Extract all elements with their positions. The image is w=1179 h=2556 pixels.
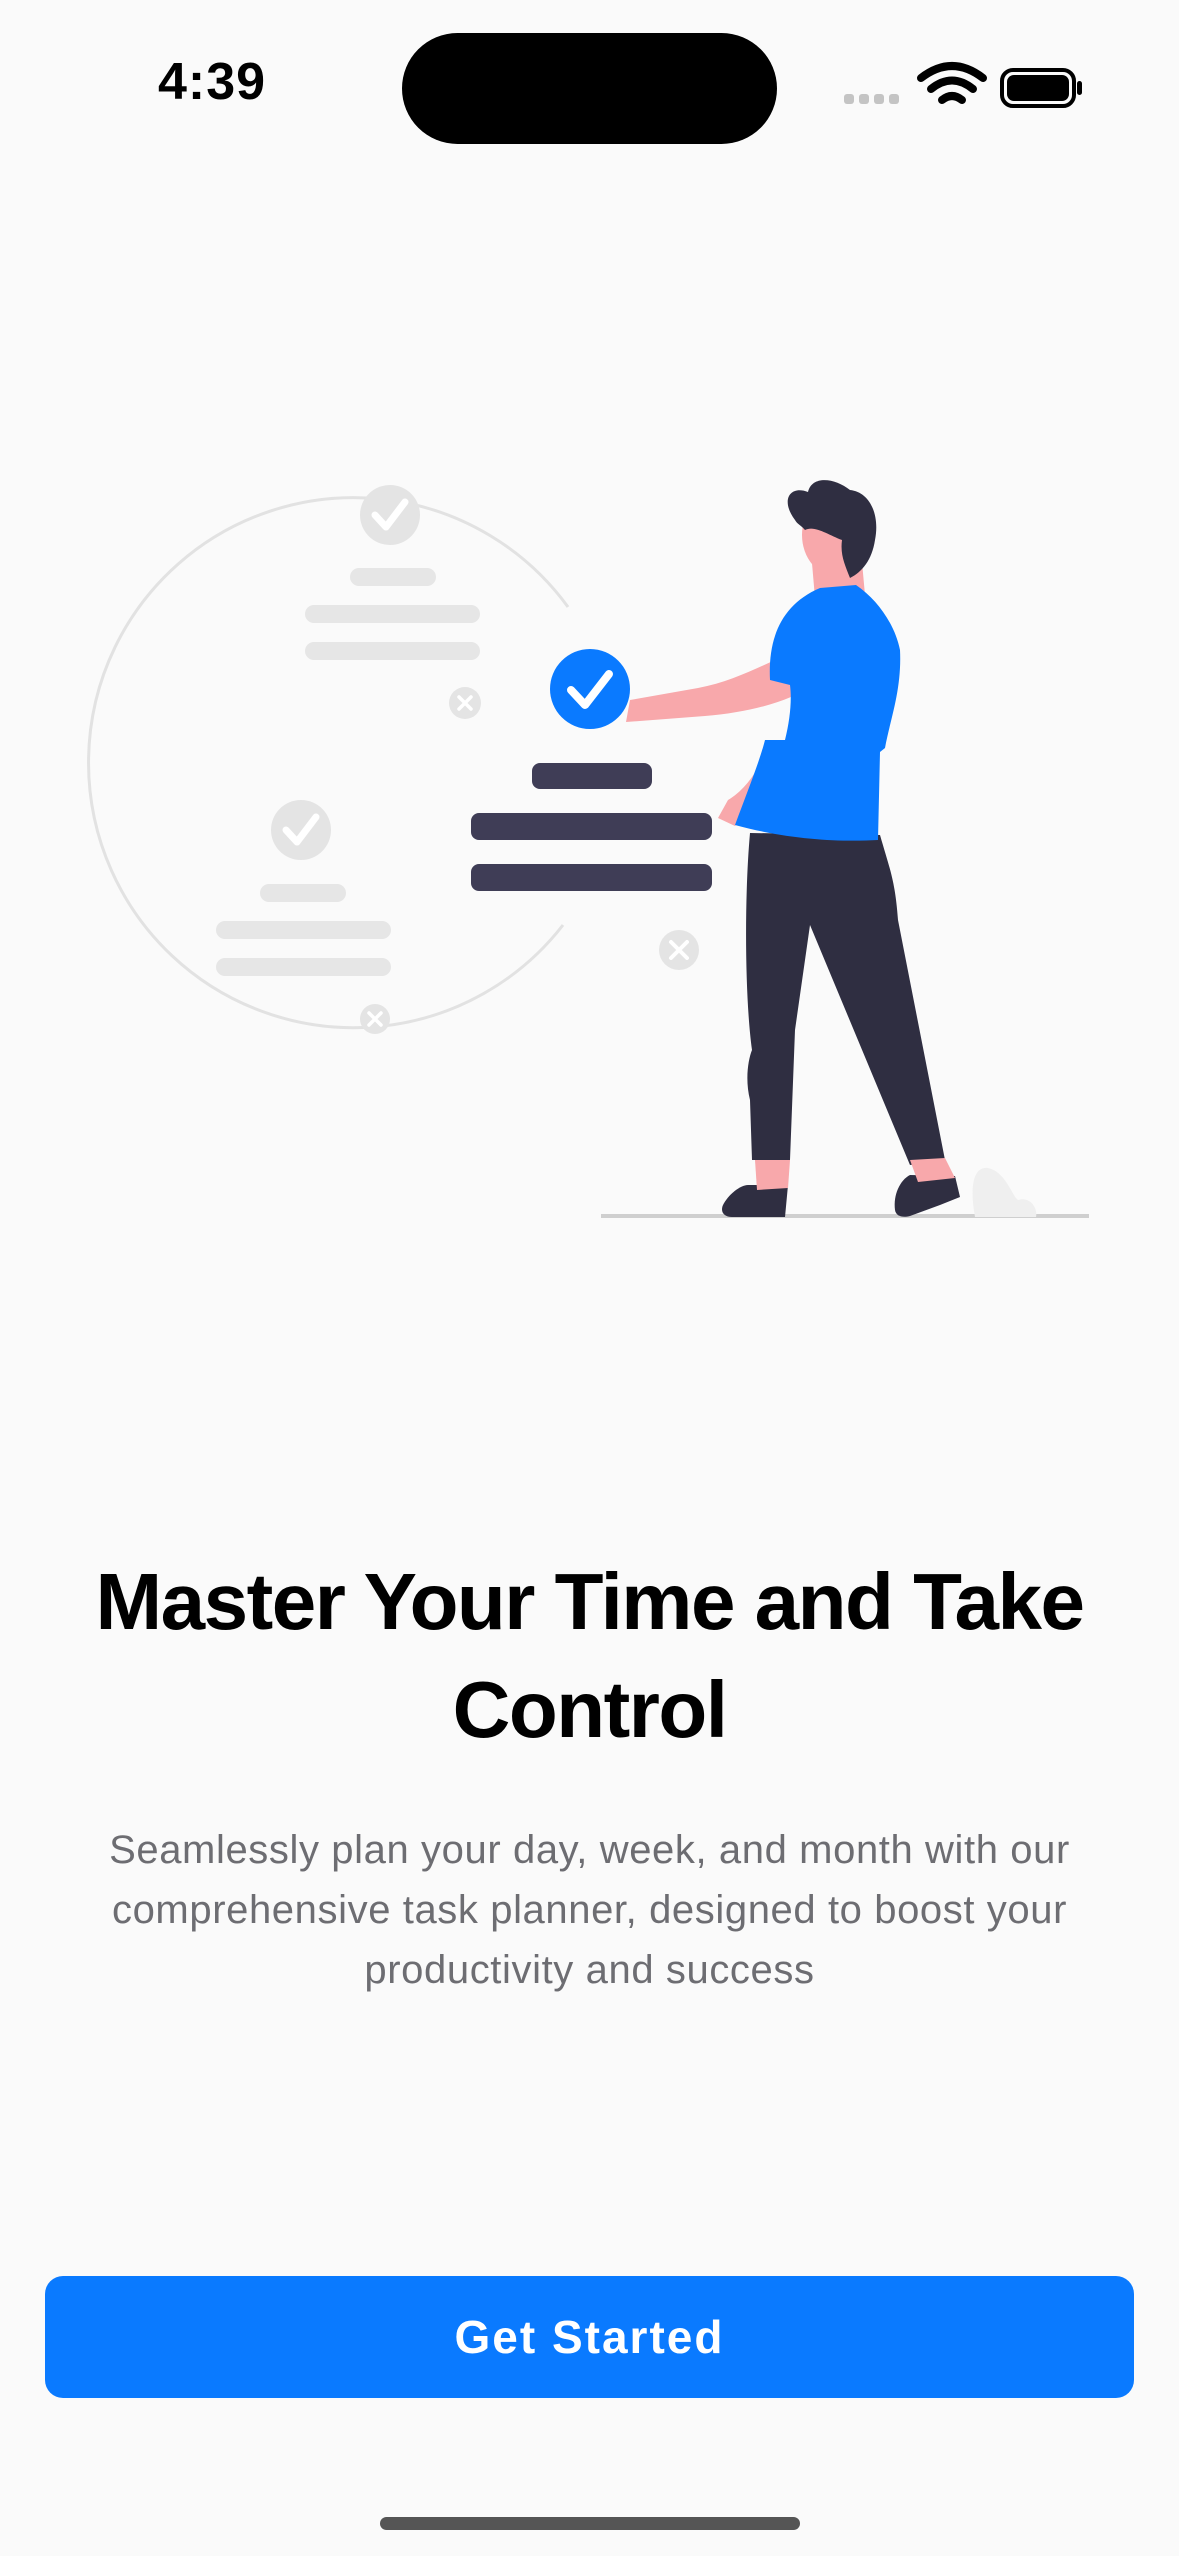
hero-illustration [87, 480, 1089, 1218]
active-task [471, 763, 712, 891]
person-figure [601, 480, 1089, 1218]
close-icon [449, 687, 481, 719]
status-icons [844, 62, 1082, 108]
onboarding-description: Seamlessly plan your day, week, and mont… [109, 1828, 1070, 1992]
faded-task-bottom [216, 800, 391, 976]
get-started-button[interactable]: Get Started [45, 2276, 1134, 2398]
faded-task-top [305, 485, 480, 660]
onboarding-headline: Master Your Time and Take Control [95, 1557, 1085, 1754]
check-circle-icon [550, 649, 630, 729]
home-indicator[interactable] [380, 2517, 800, 2530]
orbit-circle [87, 496, 570, 1030]
dynamic-island [402, 33, 777, 144]
wifi-icon [917, 62, 987, 104]
battery-icon [1000, 68, 1082, 108]
close-icon [360, 1004, 390, 1034]
status-bar: 4:39 [0, 0, 1179, 170]
status-time: 4:39 [158, 53, 267, 111]
cellular-signal-icon [844, 94, 899, 104]
close-icon [659, 930, 699, 970]
